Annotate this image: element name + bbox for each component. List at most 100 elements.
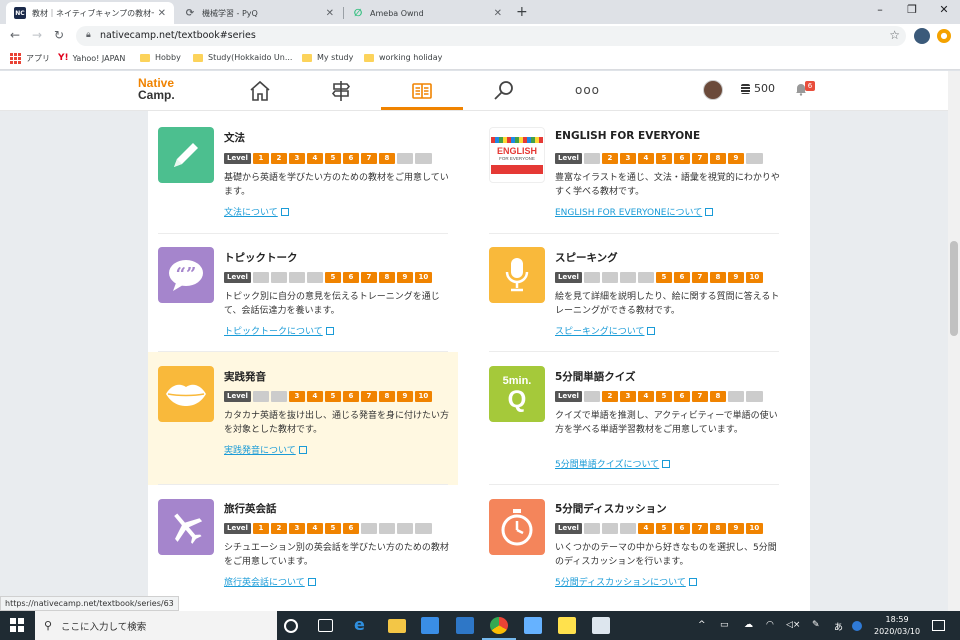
external-link-icon xyxy=(325,327,334,335)
cortana-icon[interactable] xyxy=(284,619,298,633)
close-tab-icon[interactable]: ✕ xyxy=(158,8,166,19)
textbook-card-travel-english[interactable]: 旅行英会話 Level 1 2 3 4 5 6 シチュエーション別の英会話を学びたい方のため… xyxy=(148,485,458,605)
level-box-7: 7 xyxy=(691,391,708,402)
task-view-icon[interactable] xyxy=(318,619,333,632)
card-link[interactable]: 実践発音について xyxy=(224,443,307,456)
bookmarks-bar: アプリ Y! Yahoo! JAPAN Hobby Study(Hokkaido… xyxy=(0,48,960,70)
level-box-10: 10 xyxy=(414,391,432,402)
folder-icon xyxy=(302,53,312,62)
pen-icon[interactable]: ✎ xyxy=(812,620,820,630)
level-box-10: 10 xyxy=(745,272,763,283)
close-window-icon[interactable]: ✕ xyxy=(934,3,954,16)
chrome-icon[interactable] xyxy=(490,617,508,634)
photos-icon[interactable] xyxy=(592,617,610,634)
textbook-card-pronunciation[interactable]: 実践発音 Level 3 4 5 6 7 8 9 10 カタカナ英語を抜け出し、通じる発音を身に… xyxy=(148,352,458,485)
new-tab-button[interactable]: + xyxy=(516,4,528,20)
level-box-2 xyxy=(270,272,287,283)
app-icon[interactable] xyxy=(524,617,542,634)
card-link[interactable]: 旅行英会話について xyxy=(224,575,316,588)
level-box-9: 9 xyxy=(396,272,413,283)
signpost-icon[interactable] xyxy=(329,79,353,103)
bookmark-hobby[interactable]: Hobby xyxy=(140,53,181,62)
taskbar-clock[interactable]: 18:59 2020/03/10 xyxy=(874,614,920,638)
profile-avatar[interactable] xyxy=(914,28,930,44)
card-link[interactable]: スピーキングについて xyxy=(555,324,656,337)
tray-chevron-icon[interactable]: ^ xyxy=(698,620,706,630)
level-box-5: 5 xyxy=(655,523,672,534)
card-title: スピーキング xyxy=(555,252,618,264)
card-title: トピックトーク xyxy=(224,252,298,264)
more-menu-icon[interactable]: ooo xyxy=(575,83,600,97)
browser-tab-pyq[interactable]: ⟳ 機械学習 - PyQ ✕ xyxy=(176,2,342,24)
battery-icon[interactable]: ▭ xyxy=(720,620,729,630)
card-link[interactable]: 5分間単語クイズについて xyxy=(555,457,671,470)
wifi-icon[interactable]: ◠ xyxy=(766,620,774,630)
browser-tab-nativecamp[interactable]: NC 教材｜ネイティブキャンプの教材一覧 ✕ xyxy=(6,2,174,24)
forward-icon[interactable]: → xyxy=(30,28,44,42)
page-scrollbar[interactable] xyxy=(948,71,960,611)
bookmark-star-icon[interactable]: ☆ xyxy=(889,28,900,42)
card-link[interactable]: トピックトークについて xyxy=(224,324,334,337)
bookmark-apps[interactable]: アプリ xyxy=(10,53,50,64)
level-box-5: 5 xyxy=(655,391,672,402)
lips-icon xyxy=(158,366,214,422)
file-explorer-icon[interactable] xyxy=(388,619,406,633)
app-tray-icon[interactable] xyxy=(852,621,862,631)
ime-indicator[interactable]: あ xyxy=(834,620,843,633)
textbook-card-topic-talk[interactable]: “” トピックトーク Level 5 6 7 8 9 10 トピック別に自分の意見を伝えるト… xyxy=(148,234,458,352)
card-link-text: トピックトークについて xyxy=(224,327,323,337)
bookmark-working-holiday[interactable]: working holiday xyxy=(364,53,442,62)
windows-start-icon[interactable] xyxy=(10,618,24,632)
search-icon[interactable] xyxy=(492,79,516,103)
level-box-3: 3 xyxy=(288,153,305,164)
home-icon[interactable] xyxy=(248,79,272,103)
nativecamp-logo[interactable]: Native Camp. xyxy=(138,77,175,101)
taskbar-search[interactable]: ⚲ ここに入力して検索 xyxy=(35,611,277,640)
card-link[interactable]: 5分間ディスカッションについて xyxy=(555,575,697,588)
back-icon[interactable]: ← xyxy=(8,28,22,42)
level-box-6: 6 xyxy=(342,391,359,402)
bookmark-yahoo[interactable]: Y! Yahoo! JAPAN xyxy=(58,53,125,63)
textbook-card-grammar[interactable]: 文法 Level 1 2 3 4 5 6 7 8 基礎から英語を学びたい方のための教材をご用意し… xyxy=(148,111,458,234)
search-icon: ⚲ xyxy=(44,619,53,632)
card-description: トピック別に自分の意見を伝えるトレーニングを通じて、会話伝達力を養います。 xyxy=(224,292,440,316)
coin-balance[interactable]: 500 xyxy=(741,82,775,95)
store-icon[interactable] xyxy=(421,617,439,634)
textbook-icon[interactable] xyxy=(410,79,434,103)
level-box-7 xyxy=(360,523,377,534)
browser-tab-ameba[interactable]: ∅ Ameba Ownd ✕ xyxy=(344,2,510,24)
taskbar-search-placeholder: ここに入力して検索 xyxy=(61,621,147,633)
mail-icon[interactable] xyxy=(456,617,474,634)
clock-date: 2020/03/10 xyxy=(874,627,921,636)
notifications-icon[interactable] xyxy=(932,620,945,631)
textbook-card-speaking[interactable]: スピーキング Level 5 6 7 8 9 10 絵を見て詳細を説明したり、絵に関する質問… xyxy=(479,234,789,352)
card-description: 基礎から英語を学びたい方のための教材をご用意しています。 xyxy=(224,173,449,197)
bookmark-study[interactable]: Study(Hokkaido Un... xyxy=(193,53,292,62)
bookmark-my-study[interactable]: My study xyxy=(302,53,353,62)
volume-icon[interactable]: ◁× xyxy=(786,620,800,630)
level-indicator: Level 2 3 4 5 6 7 8 9 xyxy=(555,153,765,164)
restore-icon[interactable]: ❐ xyxy=(902,3,922,16)
user-avatar[interactable] xyxy=(703,80,723,100)
extension-icon[interactable]: ● xyxy=(937,29,951,43)
textbook-card-vocab-quiz[interactable]: 5min. Q 5分間単語クイズ Level 2 3 4 5 6 7 8 クイズで単語を推測し… xyxy=(479,352,789,485)
card-link-text: 5分間単語クイズについて xyxy=(555,460,660,470)
sticky-notes-icon[interactable] xyxy=(558,617,576,634)
coin-count: 500 xyxy=(754,82,775,95)
level-box-8: 8 xyxy=(378,272,395,283)
close-tab-icon[interactable]: ✕ xyxy=(494,8,502,19)
textbook-card-discussion[interactable]: 5分間ディスカッション Level 4 5 6 7 8 9 10 いくつかのテーマの中から好き… xyxy=(479,485,789,605)
card-link[interactable]: ENGLISH FOR EVERYONEについて xyxy=(555,205,714,218)
edge-icon[interactable]: e xyxy=(354,615,372,634)
address-bar[interactable]: 🔒︎ nativecamp.net/textbook#series ☆ xyxy=(76,26,906,46)
card-link[interactable]: 文法について xyxy=(224,205,289,218)
level-box-4: 4 xyxy=(637,391,654,402)
close-tab-icon[interactable]: ✕ xyxy=(326,8,334,19)
reload-icon[interactable]: ↻ xyxy=(52,28,66,42)
textbook-card-english-for-everyone[interactable]: ENGLISH FOR EVERYONE ENGLISH FOR EVERYON… xyxy=(479,111,789,234)
level-box-6: 6 xyxy=(342,523,359,534)
minimize-icon[interactable]: – xyxy=(870,3,890,16)
scrollbar-thumb[interactable] xyxy=(950,241,958,336)
onedrive-icon[interactable]: ☁ xyxy=(744,620,753,630)
card-title: 文法 xyxy=(224,132,245,144)
